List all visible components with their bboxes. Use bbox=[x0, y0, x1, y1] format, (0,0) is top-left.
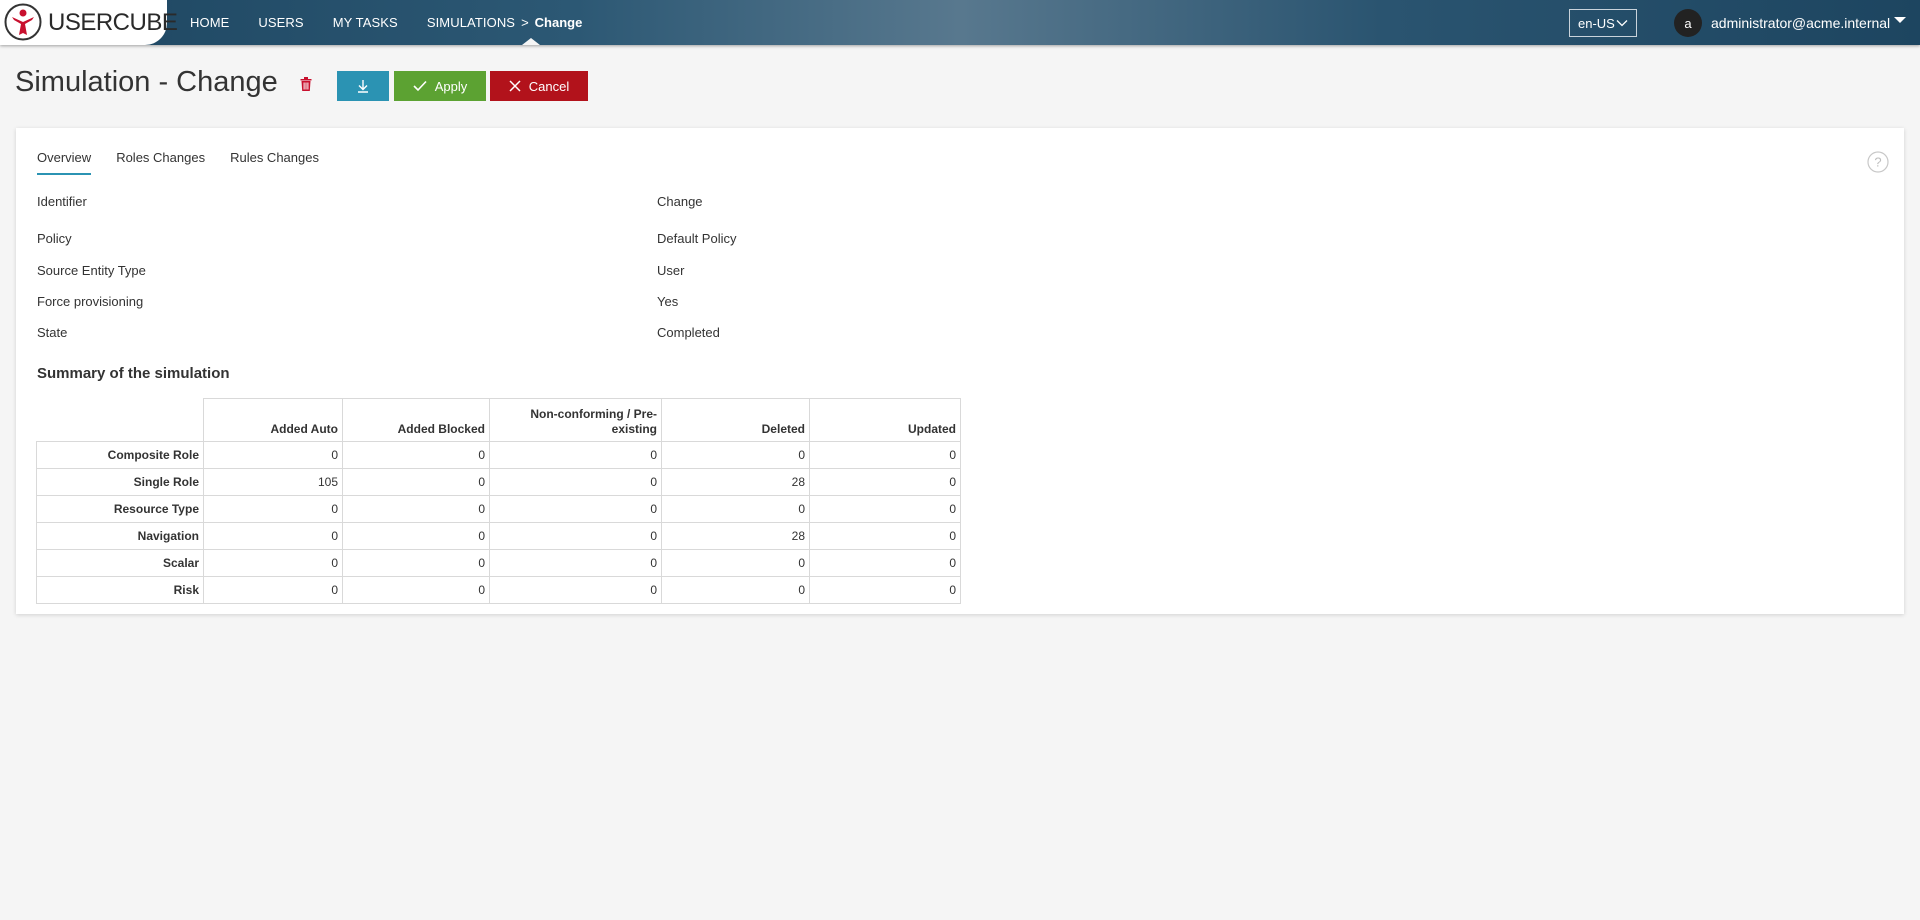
tab-overview[interactable]: Overview bbox=[37, 150, 92, 175]
user-menu[interactable]: a administrator@acme.internal bbox=[1674, 9, 1890, 37]
tab-rules-changes[interactable]: Rules Changes bbox=[230, 150, 319, 175]
table-cell: 105 bbox=[203, 468, 343, 496]
field-label-source-entity-type: Source Entity Type bbox=[37, 263, 146, 278]
table-cell: 0 bbox=[203, 522, 343, 550]
table-row: Navigation 0 0 0 28 0 bbox=[36, 522, 961, 550]
table-row: Risk 0 0 0 0 0 bbox=[36, 576, 961, 604]
page-title: Simulation - Change bbox=[15, 66, 278, 98]
table-cell: 0 bbox=[489, 576, 662, 604]
nav-users[interactable]: USERS bbox=[258, 15, 303, 30]
user-menu-caret-icon[interactable] bbox=[1894, 17, 1906, 23]
trash-icon[interactable] bbox=[300, 77, 312, 91]
table-cell: 0 bbox=[342, 522, 490, 550]
row-header: Resource Type bbox=[36, 495, 204, 523]
nav-my-tasks[interactable]: MY TASKS bbox=[333, 15, 398, 30]
table-corner-cell bbox=[36, 398, 204, 442]
column-header: Non-conforming / Pre-existing bbox=[489, 398, 662, 442]
field-value-source-entity-type: User bbox=[657, 263, 685, 278]
table-cell: 0 bbox=[203, 576, 343, 604]
breadcrumb-current: Change bbox=[534, 15, 583, 30]
download-button[interactable] bbox=[337, 71, 389, 101]
row-header: Composite Role bbox=[36, 441, 204, 469]
user-name: administrator@acme.internal bbox=[1711, 15, 1891, 31]
table-cell: 0 bbox=[489, 441, 662, 469]
table-cell: 0 bbox=[203, 441, 343, 469]
table-cell: 0 bbox=[203, 549, 343, 577]
check-icon bbox=[413, 80, 427, 92]
tab-roles-changes[interactable]: Roles Changes bbox=[116, 150, 205, 175]
table-cell: 0 bbox=[661, 441, 810, 469]
table-cell: 0 bbox=[342, 468, 490, 496]
table-cell: 0 bbox=[809, 549, 961, 577]
table-row: Scalar 0 0 0 0 0 bbox=[36, 549, 961, 577]
row-header: Single Role bbox=[36, 468, 204, 496]
language-select[interactable]: en-US bbox=[1569, 9, 1637, 37]
table-header-row: Added Auto Added Blocked Non-conforming … bbox=[36, 398, 961, 442]
field-label-state: State bbox=[37, 325, 68, 340]
row-header: Risk bbox=[36, 576, 204, 604]
field-value-state: Completed bbox=[657, 325, 720, 340]
svg-text:?: ? bbox=[1874, 155, 1881, 170]
row-header: Navigation bbox=[36, 522, 204, 550]
table-cell: 0 bbox=[342, 576, 490, 604]
column-header: Updated bbox=[809, 398, 961, 442]
table-cell: 0 bbox=[661, 576, 810, 604]
language-value: en-US bbox=[1578, 15, 1615, 31]
breadcrumb-separator: > bbox=[521, 15, 529, 30]
table-cell: 0 bbox=[489, 522, 662, 550]
field-label-identifier: Identifier bbox=[37, 194, 87, 209]
table-cell: 0 bbox=[809, 576, 961, 604]
cancel-label: Cancel bbox=[528, 78, 570, 94]
table-cell: 0 bbox=[661, 495, 810, 523]
download-icon bbox=[358, 80, 368, 93]
table-row: Single Role 105 0 0 28 0 bbox=[36, 468, 961, 496]
chevron-down-icon bbox=[1616, 20, 1628, 27]
table-cell: 28 bbox=[661, 522, 810, 550]
nav-home[interactable]: HOME bbox=[190, 15, 229, 30]
field-value-identifier: Change bbox=[657, 194, 703, 209]
breadcrumb: SIMULATIONS > Change bbox=[427, 15, 583, 30]
avatar: a bbox=[1674, 9, 1702, 37]
field-value-policy: Default Policy bbox=[657, 231, 737, 246]
field-label-force-provisioning: Force provisioning bbox=[37, 294, 144, 309]
simulation-card: Overview Roles Changes Rules Changes ? I… bbox=[16, 128, 1904, 614]
apply-button[interactable]: Apply bbox=[394, 71, 486, 101]
table-cell: 0 bbox=[809, 441, 961, 469]
usercube-logo-icon bbox=[4, 3, 42, 41]
table-cell: 0 bbox=[661, 549, 810, 577]
table-cell: 0 bbox=[809, 468, 961, 496]
table-cell: 0 bbox=[342, 549, 490, 577]
table-cell: 0 bbox=[809, 495, 961, 523]
active-nav-pointer bbox=[522, 38, 540, 45]
table-cell: 0 bbox=[809, 522, 961, 550]
nav-simulations[interactable]: SIMULATIONS bbox=[427, 15, 515, 30]
help-icon[interactable]: ? bbox=[1867, 151, 1889, 173]
summary-table: Added Auto Added Blocked Non-conforming … bbox=[36, 398, 961, 604]
field-label-policy: Policy bbox=[37, 231, 72, 246]
app-logo[interactable]: USERCUBE bbox=[0, 0, 178, 45]
close-icon bbox=[509, 80, 521, 92]
table-row: Resource Type 0 0 0 0 0 bbox=[36, 495, 961, 523]
table-cell: 0 bbox=[489, 549, 662, 577]
column-header: Added Auto bbox=[203, 398, 343, 442]
table-cell: 0 bbox=[342, 441, 490, 469]
row-header: Scalar bbox=[36, 549, 204, 577]
table-cell: 28 bbox=[661, 468, 810, 496]
cancel-button[interactable]: Cancel bbox=[490, 71, 588, 101]
apply-label: Apply bbox=[434, 78, 468, 94]
logo-text: USERCUBE bbox=[48, 9, 178, 36]
column-header: Added Blocked bbox=[342, 398, 490, 442]
table-cell: 0 bbox=[489, 468, 662, 496]
table-row: Composite Role 0 0 0 0 0 bbox=[36, 441, 961, 469]
top-navigation-bar: USERCUBE HOME USERS MY TASKS SIMULATIONS… bbox=[0, 0, 1920, 45]
column-header: Deleted bbox=[661, 398, 810, 442]
tab-bar: Overview Roles Changes Rules Changes bbox=[37, 150, 344, 175]
table-cell: 0 bbox=[342, 495, 490, 523]
summary-title: Summary of the simulation bbox=[37, 365, 230, 382]
table-cell: 0 bbox=[203, 495, 343, 523]
table-cell: 0 bbox=[489, 495, 662, 523]
field-value-force-provisioning: Yes bbox=[657, 294, 679, 309]
